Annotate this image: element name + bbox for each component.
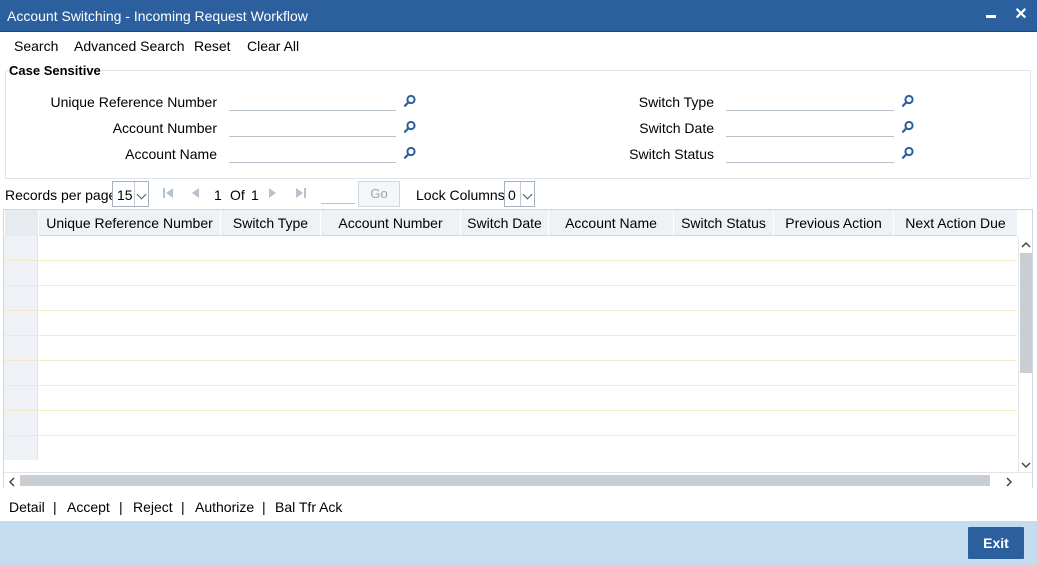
bal-tfr-ack-link[interactable]: Bal Tfr Ack: [275, 499, 342, 515]
column-header-switch-type[interactable]: Switch Type: [220, 210, 320, 236]
lock-columns-label: Lock Columns: [416, 187, 505, 203]
chevron-down-icon: [134, 182, 148, 206]
column-header-switch-status[interactable]: Switch Status: [673, 210, 773, 236]
window-titlebar: Account Switching - Incoming Request Wor…: [0, 0, 1037, 32]
account-number-label: Account Number: [112, 120, 217, 136]
close-icon[interactable]: ✕: [1011, 5, 1031, 25]
row-selector[interactable]: [4, 311, 38, 335]
vertical-scrollbar[interactable]: [1018, 236, 1032, 472]
switch-type-label: Switch Type: [638, 94, 714, 110]
row-selector[interactable]: [4, 386, 38, 410]
of-label: Of: [230, 187, 245, 203]
column-header-account-name[interactable]: Account Name: [548, 210, 673, 236]
advanced-search-menu-item[interactable]: Advanced Search: [74, 38, 185, 54]
account-name-input[interactable]: [229, 143, 396, 163]
chevron-down-icon: [520, 182, 534, 206]
pagination-bar: Records per page 15 1 Of 1 Go Lock Colum…: [0, 181, 1037, 207]
column-header-previous-action[interactable]: Previous Action: [773, 210, 893, 236]
table-row[interactable]: [4, 336, 1017, 361]
separator: |: [119, 499, 123, 515]
table-row[interactable]: [4, 436, 1017, 462]
row-selector[interactable]: [4, 411, 38, 435]
scroll-down-icon[interactable]: [1020, 458, 1032, 470]
switch-date-input[interactable]: [726, 117, 894, 137]
authorize-link[interactable]: Authorize: [195, 499, 254, 515]
switch-date-label: Switch Date: [639, 120, 714, 136]
detail-link[interactable]: Detail: [9, 499, 45, 515]
next-page-icon[interactable]: [268, 187, 278, 202]
switch-type-input[interactable]: [726, 91, 894, 111]
table-row[interactable]: [4, 386, 1017, 411]
account-name-label: Account Name: [125, 146, 217, 162]
minimize-icon[interactable]: [981, 5, 1001, 25]
row-selector[interactable]: [4, 436, 38, 460]
case-sensitive-label: Case Sensitive: [9, 63, 101, 78]
horizontal-scrollbar[interactable]: [4, 472, 1032, 488]
scroll-right-icon[interactable]: [1003, 475, 1015, 491]
column-header-switch-date[interactable]: Switch Date: [460, 210, 548, 236]
search-icon[interactable]: [901, 120, 915, 134]
records-per-page-select[interactable]: 15: [112, 181, 149, 207]
accept-link[interactable]: Accept: [67, 499, 110, 515]
table-row[interactable]: [4, 361, 1017, 386]
lock-columns-select[interactable]: 0: [504, 181, 535, 207]
scroll-up-icon[interactable]: [1020, 238, 1032, 250]
vertical-scroll-thumb[interactable]: [1020, 253, 1032, 373]
urn-label: Unique Reference Number: [50, 94, 217, 110]
column-header-urn[interactable]: Unique Reference Number: [38, 210, 220, 236]
row-selector[interactable]: [4, 236, 38, 260]
records-per-page-value: 15: [117, 187, 133, 203]
search-icon[interactable]: [403, 94, 417, 108]
row-selector[interactable]: [4, 286, 38, 310]
footer-bar: Exit: [0, 521, 1037, 565]
last-page-icon[interactable]: [295, 187, 307, 202]
column-header-next-action-due[interactable]: Next Action Due: [893, 210, 1017, 236]
account-number-input[interactable]: [229, 117, 396, 137]
search-menu-item[interactable]: Search: [14, 38, 58, 54]
search-icon[interactable]: [403, 120, 417, 134]
clear-all-menu-item[interactable]: Clear All: [247, 38, 299, 54]
lock-columns-value: 0: [508, 187, 516, 203]
go-to-page-input[interactable]: [321, 192, 355, 204]
search-icon[interactable]: [901, 146, 915, 160]
select-all-column-header[interactable]: [4, 210, 38, 236]
column-header-account-number[interactable]: Account Number: [320, 210, 460, 236]
switch-status-input[interactable]: [726, 143, 894, 163]
search-icon[interactable]: [901, 94, 915, 108]
row-selector[interactable]: [4, 336, 38, 360]
table-row[interactable]: [4, 261, 1017, 286]
row-selector[interactable]: [4, 261, 38, 285]
table-row[interactable]: [4, 236, 1017, 261]
table-row[interactable]: [4, 286, 1017, 311]
total-pages-number: 1: [251, 187, 259, 203]
window-title: Account Switching - Incoming Request Wor…: [7, 8, 308, 24]
current-page-number: 1: [214, 187, 222, 203]
go-button[interactable]: Go: [358, 181, 400, 207]
table-row[interactable]: [4, 411, 1017, 436]
switch-status-label: Switch Status: [629, 146, 714, 162]
menu-bar: Search Advanced Search Reset Clear All: [0, 32, 1037, 59]
reset-menu-item[interactable]: Reset: [194, 38, 231, 54]
action-bar: Detail | Accept | Reject | Authorize | B…: [0, 490, 1037, 521]
previous-page-icon[interactable]: [190, 187, 200, 202]
exit-button[interactable]: Exit: [968, 527, 1024, 559]
separator: |: [181, 499, 185, 515]
horizontal-scroll-thumb[interactable]: [20, 475, 990, 486]
table-row[interactable]: [4, 311, 1017, 336]
search-icon[interactable]: [403, 146, 417, 160]
results-grid: Unique Reference Number Switch Type Acco…: [3, 209, 1033, 488]
first-page-icon[interactable]: [162, 187, 174, 202]
urn-input[interactable]: [229, 91, 396, 111]
reject-link[interactable]: Reject: [133, 499, 173, 515]
separator: |: [53, 499, 57, 515]
row-selector[interactable]: [4, 361, 38, 385]
scroll-left-icon[interactable]: [6, 475, 18, 491]
separator: |: [262, 499, 266, 515]
grid-header: Unique Reference Number Switch Type Acco…: [4, 210, 1017, 236]
records-per-page-label: Records per page: [5, 187, 117, 203]
